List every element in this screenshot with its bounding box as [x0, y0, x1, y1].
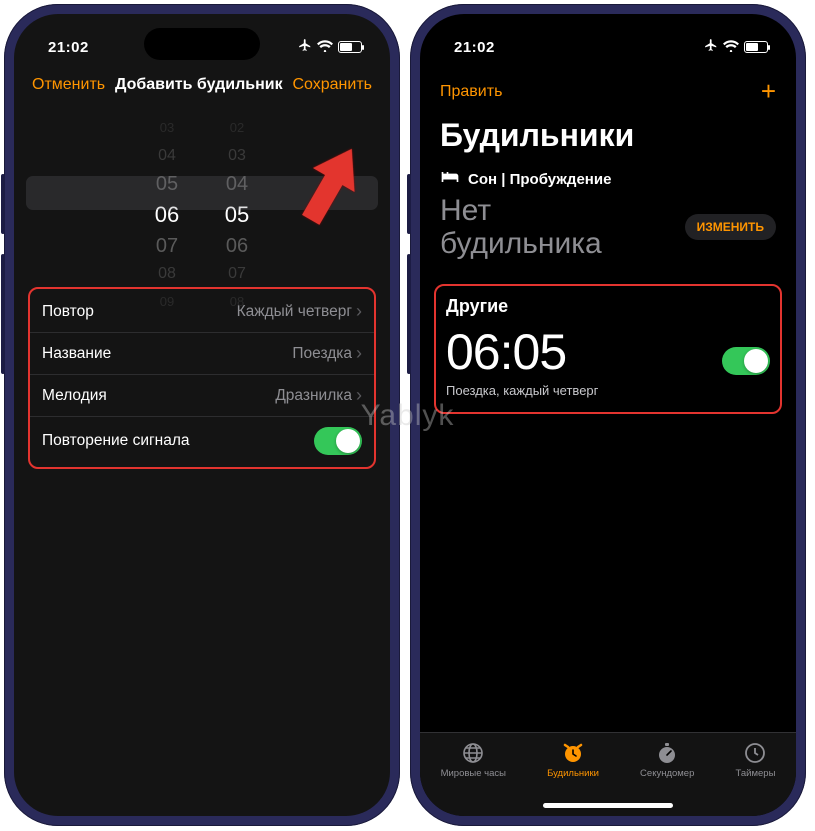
add-alarm-button[interactable]: +	[761, 76, 776, 107]
alarm-toggle[interactable]	[722, 347, 770, 375]
modal-title: Добавить будильник	[115, 76, 283, 94]
chevron-right-icon: ›	[356, 385, 362, 406]
change-button[interactable]: ИЗМЕНИТЬ	[685, 214, 776, 240]
modal-navbar: Отменить Добавить будильник Сохранить	[14, 64, 390, 104]
phone-right: 21:02 61 Править + Будильники	[410, 4, 806, 826]
sleep-header: Сон | Пробуждение	[468, 171, 611, 188]
wifi-icon	[317, 39, 333, 56]
chevron-right-icon: ›	[356, 343, 362, 364]
screen-add-alarm: 21:02 61 Отменить Добавить будильник Сох…	[14, 14, 390, 816]
snooze-label: Повторение сигнала	[42, 432, 190, 450]
status-time: 21:02	[48, 39, 89, 56]
save-button[interactable]: Сохранить	[292, 76, 372, 94]
edit-button[interactable]: Править	[440, 83, 502, 101]
row-sound[interactable]: Мелодия Дразнилка›	[30, 375, 374, 417]
section-other-highlight: Другие 06:05 Поездка, каждый четверг	[434, 284, 782, 414]
screen-alarm-list: 21:02 61 Править + Будильники	[420, 14, 796, 816]
battery-icon: 61	[338, 41, 362, 53]
sound-label: Мелодия	[42, 387, 107, 405]
battery-icon: 61	[744, 41, 768, 53]
stopwatch-icon	[655, 741, 679, 765]
no-alarm-text: Нетбудильника	[440, 194, 602, 260]
alarm-clock-icon	[561, 741, 585, 765]
other-header: Другие	[446, 296, 770, 317]
dynamic-island	[550, 28, 666, 60]
section-sleep: Сон | Пробуждение Нетбудильника ИЗМЕНИТЬ	[420, 170, 796, 270]
tab-timer[interactable]: Таймеры	[736, 741, 776, 779]
cancel-button[interactable]: Отменить	[32, 76, 105, 94]
tab-world-clock[interactable]: Мировые часы	[441, 741, 506, 779]
dynamic-island	[144, 28, 260, 60]
row-label[interactable]: Название Поездка›	[30, 333, 374, 375]
chevron-right-icon: ›	[356, 301, 362, 322]
bed-icon	[440, 170, 460, 188]
alarm-subtitle: Поездка, каждый четверг	[446, 383, 598, 398]
repeat-label: Повтор	[42, 303, 94, 321]
timer-icon	[743, 741, 767, 765]
tab-alarm[interactable]: Будильники	[547, 741, 599, 779]
alarm-time: 06:05	[446, 323, 598, 381]
row-snooze: Повторение сигнала	[30, 417, 374, 465]
name-label: Название	[42, 345, 111, 363]
name-value: Поездка	[292, 345, 352, 363]
airplane-mode-icon	[298, 38, 312, 56]
alarm-list-item[interactable]: 06:05 Поездка, каждый четверг	[446, 323, 770, 398]
home-indicator[interactable]	[543, 803, 673, 808]
globe-icon	[461, 741, 485, 765]
airplane-mode-icon	[704, 38, 718, 56]
tab-stopwatch[interactable]: Секундомер	[640, 741, 694, 779]
status-time: 21:02	[454, 39, 495, 56]
page-title: Будильники	[420, 111, 796, 170]
nav-topline: Править +	[420, 64, 796, 111]
wifi-icon	[723, 39, 739, 56]
phone-left: 21:02 61 Отменить Добавить будильник Сох…	[4, 4, 400, 826]
snooze-toggle[interactable]	[314, 427, 362, 455]
sound-value: Дразнилка	[275, 387, 352, 405]
